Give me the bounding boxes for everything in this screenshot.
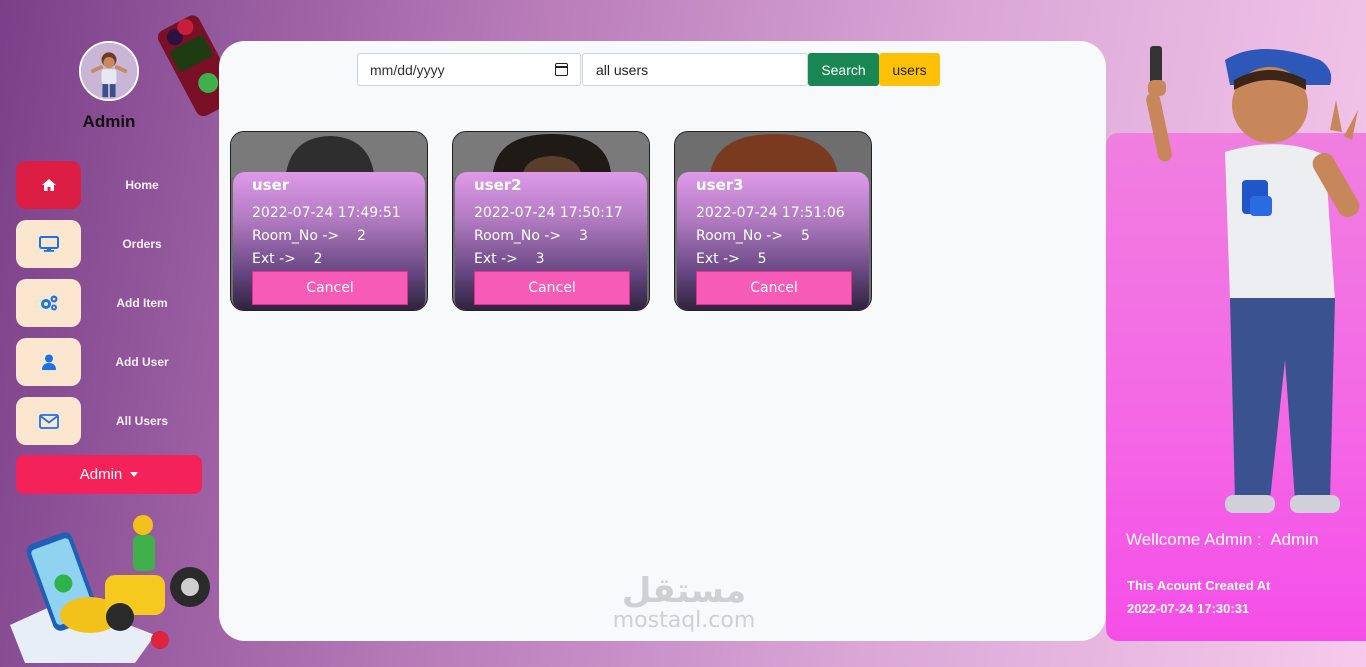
order-datetime: 2022-07-24 17:49:51 [252,205,401,221]
character-selfie-image [1146,46,1360,513]
sidebar: Admin Home Orders Add Item Add User All … [0,0,238,667]
room-label: Room_No -> [252,228,340,244]
order-card: user3 2022-07-24 17:51:06 Room_No -> 5 E… [674,131,872,311]
sidebar-item-label[interactable]: Orders [102,220,182,268]
order-ext: Ext -> 3 [474,251,545,267]
sidebar-item-all-users[interactable]: All Users [16,397,206,445]
order-card-body: user2 2022-07-24 17:50:17 Room_No -> 3 E… [455,172,647,310]
order-ext: Ext -> 5 [696,251,767,267]
ext-label: Ext -> [252,251,296,267]
room-value: 2 [356,228,366,244]
users-button[interactable]: users [879,53,940,86]
search-button[interactable]: Search [808,53,879,86]
user-icon [41,354,56,370]
sidebar-item-add-item[interactable]: Add Item [16,279,206,327]
add-user-button[interactable] [16,338,81,386]
sidebar-item-home[interactable]: Home [16,161,206,209]
sidebar-item-add-user[interactable]: Add User [16,338,206,386]
order-user-name: user [252,176,290,194]
order-card-body: user 2022-07-24 17:49:51 Room_No -> 2 Ex… [233,172,425,310]
ext-value: 3 [535,251,545,267]
sidebar-item-orders[interactable]: Orders [16,220,206,268]
order-ext: Ext -> 2 [252,251,323,267]
delivery-illustration [10,515,210,663]
welcome-text: Wellcome Admin : Admin [1126,530,1318,550]
sidebar-item-label[interactable]: Add Item [102,279,182,327]
order-card: user 2022-07-24 17:49:51 Room_No -> 2 Ex… [230,131,428,311]
avatar[interactable] [79,41,139,101]
ext-label: Ext -> [696,251,740,267]
user-select-value: all users [596,61,649,78]
gears-icon [40,295,57,311]
welcome-name: Admin [1270,530,1319,549]
user-photo [453,132,649,177]
calendar-icon[interactable] [555,63,568,76]
order-card-body: user3 2022-07-24 17:51:06 Room_No -> 5 E… [677,172,869,310]
room-label: Room_No -> [696,228,784,244]
ext-value: 2 [313,251,323,267]
account-created-date: 2022-07-24 17:30:31 [1127,601,1250,616]
order-room: Room_No -> 5 [696,228,810,244]
caret-down-icon [130,472,139,477]
avatar-character-image [81,43,137,99]
user-photo [675,132,871,177]
home-button[interactable] [16,161,81,209]
room-value: 5 [800,228,810,244]
date-input[interactable]: mm/dd/yyyy [357,53,581,86]
room-value: 3 [578,228,588,244]
ext-value: 5 [757,251,767,267]
envelope-icon [38,413,59,429]
ext-label: Ext -> [474,251,518,267]
watermark-latin: mostaql.com [612,608,756,633]
user-select[interactable]: all users [582,53,808,86]
cancel-button[interactable]: Cancel [696,271,852,305]
date-placeholder: mm/dd/yyyy [370,61,445,78]
welcome-label: Wellcome Admin : [1126,530,1262,549]
watermark: مستقل mostaql.com [599,573,769,633]
orders-button[interactable] [16,220,81,268]
cancel-button[interactable]: Cancel [474,271,630,305]
account-created-label: This Acount Created At [1127,578,1271,593]
cancel-button[interactable]: Cancel [252,271,408,305]
order-room: Room_No -> 2 [252,228,366,244]
admin-dropdown-button[interactable]: Admin [16,455,202,494]
order-datetime: 2022-07-24 17:50:17 [474,205,623,221]
order-user-name: user2 [474,176,522,194]
order-card: user2 2022-07-24 17:50:17 Room_No -> 3 E… [452,131,650,311]
order-datetime: 2022-07-24 17:51:06 [696,205,845,221]
monitor-icon [38,236,59,252]
sidebar-item-label[interactable]: Add User [102,338,182,386]
admin-dropdown-label: Admin [79,466,123,483]
watermark-arabic: مستقل [621,571,747,611]
main-panel: mm/dd/yyyy all users Search users user 2… [219,41,1106,641]
sidebar-item-label[interactable]: Home [102,161,182,209]
all-users-button[interactable] [16,397,81,445]
order-user-name: user3 [696,176,744,194]
home-icon [41,179,56,191]
admin-name: Admin [82,112,136,131]
room-label: Room_No -> [474,228,562,244]
user-photo [231,132,427,177]
order-room: Room_No -> 3 [474,228,588,244]
sidebar-item-label[interactable]: All Users [102,397,182,445]
add-item-button[interactable] [16,279,81,327]
